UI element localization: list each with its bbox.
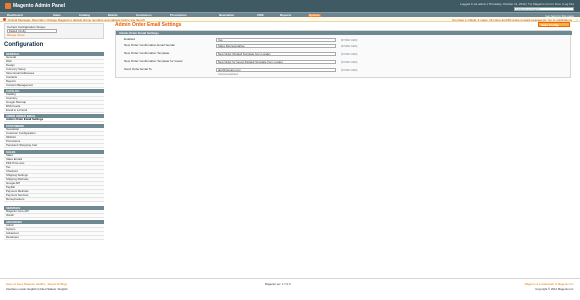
scope-indicator: [STORE VIEW] — [341, 60, 358, 64]
sidebar-item-moneybookers[interactable]: Moneybookers — [4, 197, 104, 202]
sidebar-item-developer[interactable]: Developer — [4, 235, 104, 240]
section-services: SERVICES Magento Core API OAuth — [4, 206, 104, 218]
close-icon[interactable]: × — [576, 18, 578, 22]
section-catalog: CATALOG Catalog Inventory Google Sitemap… — [4, 89, 104, 113]
sidebar-item-persistent-cart[interactable]: Persistent Shopping Cart — [4, 143, 104, 148]
magento-version: Magento ver. 1.7.0.0 — [265, 282, 291, 286]
section-general: GENERAL General Web Design Currency Setu… — [4, 52, 104, 88]
field-label: New Order Confirmation Template for Gues… — [124, 59, 183, 63]
configuration-title: Configuration — [4, 42, 44, 48]
scope-indicator: [STORE VIEW] — [341, 52, 358, 56]
page-title: Admin Order Email Settings — [115, 22, 182, 28]
magento-logo[interactable]: Magento Admin Panel — [5, 2, 65, 10]
enabled-select[interactable]: Yes — [216, 38, 336, 42]
settings-fieldset: Admin Order Email Settings Enabled Yes [… — [115, 30, 572, 78]
config-sidebar: Current Configuration Scope: Default Con… — [0, 22, 106, 267]
global-search-input[interactable]: Global Record Search — [514, 7, 574, 11]
manage-stores-link[interactable]: Manage Stores — [7, 34, 25, 37]
field-note: Comma-separated. — [218, 72, 239, 76]
field-label: Send Order Email To — [124, 67, 152, 71]
save-config-button[interactable]: Save Config — [538, 22, 570, 27]
logo-text: Magento Admin Panel — [13, 3, 66, 9]
scope-indicator: [STORE VIEW] — [341, 68, 358, 72]
scope-indicator: [STORE VIEW] — [341, 38, 358, 42]
trademark-link[interactable]: Magento is a trademark of Magento Inc. — [525, 282, 574, 286]
critical-icon — [3, 18, 6, 21]
fieldset-header[interactable]: Admin Order Email Settings — [116, 31, 572, 35]
sidebar-item-email-friend[interactable]: Email to a Friend — [4, 108, 104, 113]
field-label: Enabled — [124, 37, 136, 41]
scope-indicator: [STORE VIEW] — [341, 44, 358, 48]
scope-switcher: Current Configuration Scope: Default Con… — [4, 23, 104, 39]
scope-select[interactable]: Default Config — [7, 29, 57, 33]
sidebar-item-admin-order-email-settings[interactable]: Admin Order Email Settings — [4, 117, 104, 122]
admin-header: Magento Admin Panel Logged in as admin |… — [0, 0, 580, 12]
sidebar-item-content-management[interactable]: Content Management — [4, 83, 104, 88]
magento-logo-icon — [5, 3, 11, 9]
section-advanced: ADVANCED Admin System Advanced Developer — [4, 220, 104, 240]
template-select[interactable]: New Order (Default Template from Locale) — [216, 52, 336, 56]
sidebar-item-oauth[interactable]: OAuth — [4, 213, 104, 218]
footer: Help Us Keep Magento Healthy - Report Al… — [0, 278, 580, 300]
section-customers: CUSTOMERS Newsletter Customer Configurat… — [4, 124, 104, 148]
guest-template-select[interactable]: New Order for Guest (Default Template fr… — [216, 60, 336, 64]
header-user-info[interactable]: Logged in as admin | Thursday, October 1… — [460, 2, 574, 6]
interface-locale[interactable]: Interface Locale: English (United States… — [6, 287, 68, 291]
send-order-email-input[interactable]: abc@domain.com — [216, 68, 336, 72]
email-sender-select[interactable]: Sales Representative — [216, 44, 336, 48]
field-label: New Order Confirmation Email Sender — [124, 43, 176, 47]
copyright: Copyright © 2012 Magento Inc. — [535, 287, 574, 291]
field-label: New Order Confirmation Template — [124, 51, 170, 55]
section-sales: SALES Sales Sales Emails PDF Print-outs … — [4, 150, 104, 202]
report-bugs-link[interactable]: Help Us Keep Magento Healthy - Report Al… — [6, 282, 67, 286]
section-admin-order-email: ADMIN ORDER EMAIL Admin Order Email Sett… — [4, 114, 104, 122]
